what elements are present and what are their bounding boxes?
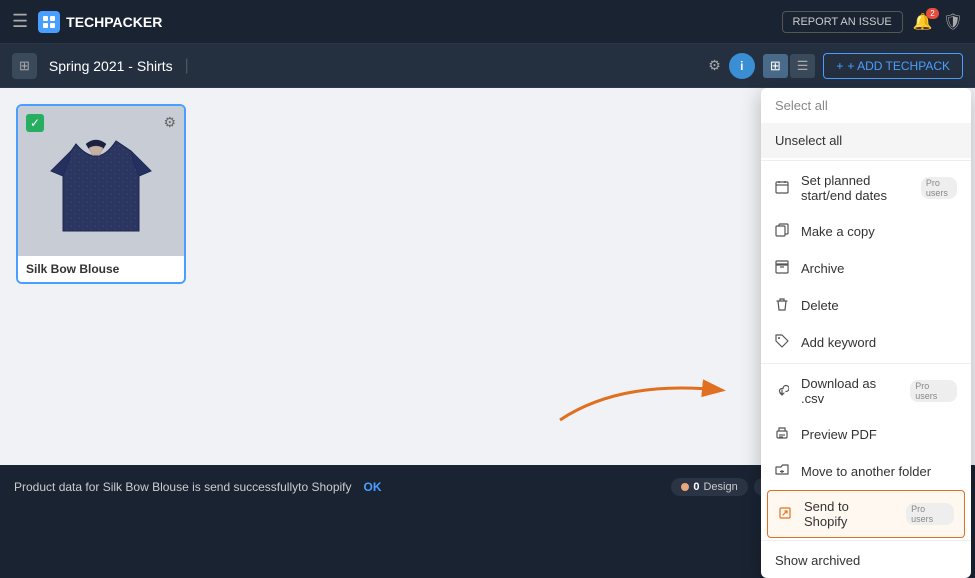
info-circle-button[interactable]: i — [729, 53, 755, 79]
top-nav: ☰ TECHPACKER REPORT AN ISSUE 🔔 2 🛡 — [0, 0, 975, 44]
select-all-item[interactable]: Select all — [761, 88, 971, 123]
send-shopify-item[interactable]: Send to Shopify Pro users — [767, 490, 965, 538]
folder-icon — [775, 463, 791, 480]
pro-badge-dates: Pro users — [921, 177, 957, 199]
sub-nav-actions: ⚙ i ⊞ ☰ + + ADD TECHPACK — [708, 53, 963, 79]
design-dot — [681, 483, 689, 491]
design-label: Design — [703, 481, 737, 493]
add-keyword-label: Add keyword — [801, 335, 876, 350]
product-card[interactable]: ✓ ⚙ — [16, 104, 186, 284]
pro-badge-csv: Pro users — [910, 380, 957, 402]
menu-divider-1 — [761, 160, 971, 161]
grid-view-icon[interactable]: ⊞ — [12, 53, 37, 79]
send-shopify-label: Send to Shopify — [804, 499, 894, 529]
archive-item[interactable]: Archive — [761, 250, 971, 287]
dropdown-menu: Select all Unselect all Set planned star… — [761, 88, 971, 578]
status-message: Product data for Silk Bow Blouse is send… — [14, 480, 352, 494]
help-icon[interactable]: 🛡 — [943, 12, 963, 32]
set-dates-item[interactable]: Set planned start/end dates Pro users — [761, 163, 971, 213]
report-issue-button[interactable]: REPORT AN ISSUE — [782, 11, 903, 33]
move-folder-label: Move to another folder — [801, 464, 931, 479]
show-archived-item[interactable]: Show archived — [761, 543, 971, 578]
add-techpack-label: + ADD TECHPACK — [847, 59, 950, 73]
shopify-icon — [778, 506, 794, 523]
add-icon: + — [836, 59, 843, 73]
brand-logo: TECHPACKER — [38, 11, 162, 33]
view-toggle: ⊞ ☰ — [763, 54, 816, 78]
notification-badge: 2 — [926, 8, 938, 19]
show-archived-label: Show archived — [775, 553, 860, 568]
list-view-button[interactable]: ☰ — [790, 54, 816, 78]
add-keyword-item[interactable]: Add keyword — [761, 324, 971, 361]
archive-icon — [775, 260, 791, 277]
card-checkbox[interactable]: ✓ — [26, 114, 44, 132]
menu-divider-2 — [761, 363, 971, 364]
design-tag: 0 Design — [671, 478, 747, 496]
printer-icon — [775, 426, 791, 443]
calendar-icon — [775, 180, 791, 197]
delete-label: Delete — [801, 298, 839, 313]
unselect-all-item[interactable]: Unselect all — [761, 123, 971, 158]
preview-pdf-item[interactable]: Preview PDF — [761, 416, 971, 453]
preview-pdf-label: Preview PDF — [801, 427, 877, 442]
download-csv-label: Download as .csv — [801, 376, 898, 406]
hamburger-icon[interactable]: ☰ — [12, 11, 28, 32]
shirt-illustration — [41, 116, 161, 246]
cloud-download-icon — [775, 383, 791, 400]
delete-item[interactable]: Delete — [761, 287, 971, 324]
tag-icon — [775, 334, 791, 351]
download-csv-item[interactable]: Download as .csv Pro users — [761, 366, 971, 416]
pro-badge-shopify: Pro users — [906, 503, 954, 525]
sub-nav: ⊞ Spring 2021 - Shirts | ⚙ i ⊞ ☰ + + ADD… — [0, 44, 975, 88]
filter-icon[interactable]: ⚙ — [708, 57, 721, 74]
copy-icon — [775, 223, 791, 240]
make-copy-label: Make a copy — [801, 224, 875, 239]
brand-icon — [38, 11, 60, 33]
title-divider: | — [185, 57, 189, 75]
trash-icon — [775, 297, 791, 314]
grid-view-button[interactable]: ⊞ — [763, 54, 788, 78]
menu-divider-3 — [761, 540, 971, 541]
move-folder-item[interactable]: Move to another folder — [761, 453, 971, 490]
product-title: Silk Bow Blouse — [18, 256, 184, 282]
card-settings-icon[interactable]: ⚙ — [163, 114, 176, 131]
archive-label: Archive — [801, 261, 844, 276]
add-techpack-button[interactable]: + + ADD TECHPACK — [823, 53, 963, 79]
set-dates-label: Set planned start/end dates — [801, 173, 909, 203]
brand-name: TECHPACKER — [66, 14, 162, 30]
ok-button[interactable]: OK — [364, 480, 382, 494]
collection-title: Spring 2021 - Shirts — [49, 58, 173, 74]
design-count: 0 — [693, 481, 699, 493]
notification-bell[interactable]: 🔔 2 — [913, 12, 933, 32]
make-copy-item[interactable]: Make a copy — [761, 213, 971, 250]
